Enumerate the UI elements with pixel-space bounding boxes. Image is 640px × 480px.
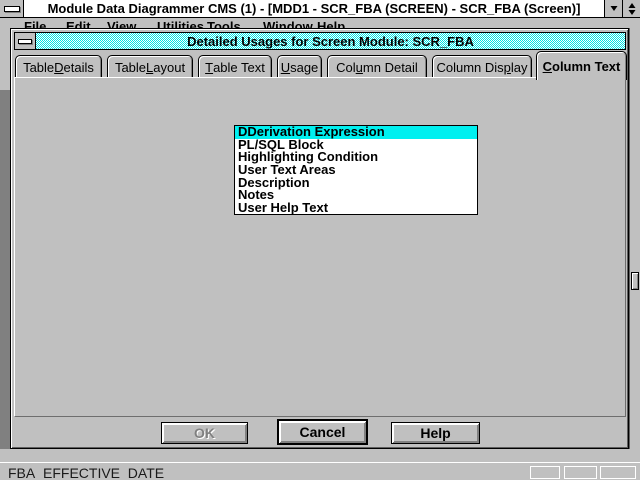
status-bar: FBA_EFFECTIVE_DATE — [0, 462, 640, 480]
status-text: FBA_EFFECTIVE_DATE — [8, 465, 164, 480]
menu-item-help[interactable]: Help — [317, 19, 345, 28]
workspace-left-edge-top — [0, 28, 10, 90]
tab-table-layout[interactable]: Table Layout — [107, 55, 193, 78]
tab-label-accel: u — [356, 60, 363, 75]
tab-label-accel: D — [54, 60, 63, 75]
tab-label-accel: C — [543, 59, 552, 74]
tab-label: lay — [511, 60, 528, 75]
dropdown-option[interactable]: User Help Text — [235, 202, 477, 215]
dialog-system-menu-button[interactable] — [15, 33, 36, 49]
tab-label: olumn Text — [552, 59, 620, 74]
window-title-bar: Module Data Diagrammer CMS (1) - [MDD1 -… — [0, 0, 640, 18]
menu-item-tools[interactable]: Tools — [207, 19, 241, 28]
menu-item-edit[interactable]: Edit — [66, 19, 91, 28]
help-button[interactable]: Help — [391, 422, 480, 444]
tab-label-accel: L — [146, 60, 153, 75]
tab-label: mn Detail — [363, 60, 418, 75]
workspace-scrollbar-thumb[interactable] — [631, 272, 639, 290]
workspace-left-edge — [0, 90, 10, 462]
cancel-button[interactable]: Cancel — [277, 419, 368, 445]
screen: Module Data Diagrammer CMS (1) - [MDD1 -… — [0, 0, 640, 480]
background-app-strip — [0, 449, 640, 462]
minimize-button[interactable] — [604, 0, 622, 17]
menu-item-view[interactable]: View — [107, 19, 136, 28]
tab-usage[interactable]: Usage — [277, 55, 322, 78]
dialog-title: Detailed Usages for Screen Module: SCR_F… — [36, 33, 625, 49]
type-dropdown-list[interactable]: DDerivation Expression PL/SQL Block High… — [234, 125, 478, 215]
tab-label-accel: T — [205, 60, 213, 75]
tab-label: able Text — [213, 60, 265, 75]
detailed-usages-dialog: Detailed Usages for Screen Module: SCR_F… — [10, 28, 629, 449]
status-panel — [600, 466, 636, 479]
status-panel — [564, 466, 597, 479]
tab-table-details[interactable]: Table Details — [15, 55, 102, 78]
tab-label: Col — [336, 60, 356, 75]
tab-label: Column Dis — [436, 60, 503, 75]
minimize-icon — [610, 6, 617, 11]
tab-label: Table — [23, 60, 54, 75]
tab-label: ayout — [153, 60, 185, 75]
dialog-title-bar: Detailed Usages for Screen Module: SCR_F… — [14, 32, 626, 50]
dialog-system-menu-icon — [18, 39, 32, 44]
menu-item-window[interactable]: Window — [263, 19, 313, 28]
tab-column-text[interactable]: Column Text — [536, 51, 627, 80]
tab-column-detail[interactable]: Column Detail — [327, 55, 427, 78]
restore-button[interactable] — [622, 0, 640, 17]
tab-column-display[interactable]: Column Display — [432, 55, 532, 78]
status-panel — [530, 466, 560, 479]
restore-up-icon — [628, 3, 635, 8]
tab-label: etails — [64, 60, 94, 75]
tab-label: Table — [115, 60, 146, 75]
workspace-scrollbar-strip — [629, 28, 640, 462]
system-menu-icon — [4, 6, 20, 12]
menu-bar: File Edit View Utilities Tools Window He… — [0, 18, 640, 28]
tab-label-accel: p — [504, 60, 511, 75]
tab-label: sage — [290, 60, 318, 75]
tab-label-accel: U — [281, 60, 290, 75]
window-system-menu-button[interactable] — [0, 0, 24, 17]
tab-table-text[interactable]: Table Text — [198, 55, 272, 78]
restore-down-icon — [628, 10, 635, 15]
menu-item-utilities[interactable]: Utilities — [157, 19, 204, 28]
ok-button[interactable]: OK — [161, 422, 248, 444]
menu-item-file[interactable]: File — [24, 19, 46, 28]
window-title: Module Data Diagrammer CMS (1) - [MDD1 -… — [24, 1, 604, 16]
